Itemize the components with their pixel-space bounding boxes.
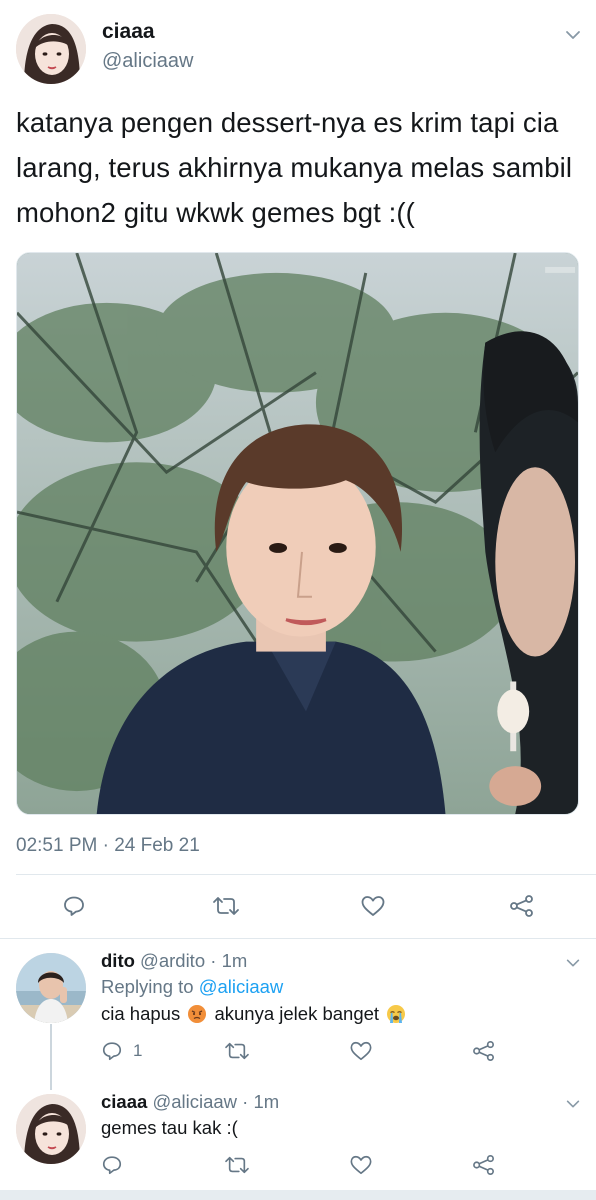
reply-time[interactable]: 1m	[253, 1091, 279, 1112]
retweet-icon[interactable]	[212, 894, 240, 918]
reply-author[interactable]: dito @ardito · 1m	[101, 950, 247, 972]
reply-handle[interactable]: @ardito	[140, 950, 205, 971]
reply-author[interactable]: ciaaa @aliciaaw · 1m	[101, 1091, 279, 1113]
reply-icon[interactable]	[101, 1154, 123, 1176]
reply-display-name[interactable]: ciaaa	[101, 1091, 147, 1112]
avatar-photo-icon	[16, 14, 86, 84]
replying-to: Replying to @aliciaaw	[101, 976, 283, 998]
bottom-divider	[0, 1190, 596, 1200]
share-icon[interactable]	[509, 894, 535, 918]
avatar-photo-icon	[16, 1094, 86, 1164]
reply-icon[interactable]: 1	[101, 1040, 142, 1062]
reply-separator: ·	[210, 950, 217, 971]
tweet-photo[interactable]	[16, 252, 579, 815]
tweet-timestamp[interactable]: 02:51 PM · 24 Feb 21	[16, 835, 200, 857]
reply-avatar[interactable]	[16, 953, 86, 1023]
reply-text-part1: cia hapus	[101, 1003, 181, 1024]
chevron-down-icon[interactable]	[564, 1095, 582, 1113]
like-icon[interactable]	[349, 1154, 373, 1176]
chevron-down-icon[interactable]	[564, 954, 582, 972]
chevron-down-icon[interactable]	[563, 25, 583, 45]
reply-display-name[interactable]: dito	[101, 950, 135, 971]
replying-to-link[interactable]: @aliciaaw	[199, 976, 284, 997]
reply-handle[interactable]: @aliciaaw	[152, 1091, 237, 1112]
share-icon[interactable]	[472, 1154, 496, 1176]
reply-time[interactable]: 1m	[222, 950, 248, 971]
divider	[16, 874, 596, 875]
tweet-text: katanya pengen dessert-nya es krim tapi …	[16, 107, 573, 228]
like-icon[interactable]	[360, 894, 386, 918]
main-tweet: ciaaa @aliciaaw katanya pengen dessert-n…	[0, 0, 596, 938]
loudly-crying-face-icon	[387, 1005, 406, 1023]
author-avatar[interactable]	[16, 14, 86, 84]
thread-connector	[50, 1024, 52, 1090]
reply-text-part2: akunya jelek banget	[214, 1003, 380, 1024]
replying-to-label: Replying to	[101, 976, 194, 997]
like-icon[interactable]	[349, 1040, 373, 1062]
divider	[0, 938, 596, 939]
reply-count: 1	[133, 1041, 143, 1060]
reply-text: gemes tau kak :(	[101, 1117, 238, 1138]
avatar-photo-icon	[16, 953, 86, 1023]
reply-separator: ·	[242, 1091, 249, 1112]
share-icon[interactable]	[472, 1040, 496, 1062]
photo-image-icon	[17, 253, 578, 814]
author-display-name[interactable]: ciaaa	[102, 20, 155, 44]
author-handle[interactable]: @aliciaaw	[102, 50, 193, 73]
reply-icon[interactable]	[62, 894, 86, 918]
retweet-icon[interactable]	[224, 1040, 250, 1062]
reply-text: cia hapus akunya jelek banget	[101, 1003, 408, 1025]
angry-face-icon	[188, 1005, 207, 1023]
retweet-icon[interactable]	[224, 1154, 250, 1176]
reply-avatar[interactable]	[16, 1094, 86, 1164]
